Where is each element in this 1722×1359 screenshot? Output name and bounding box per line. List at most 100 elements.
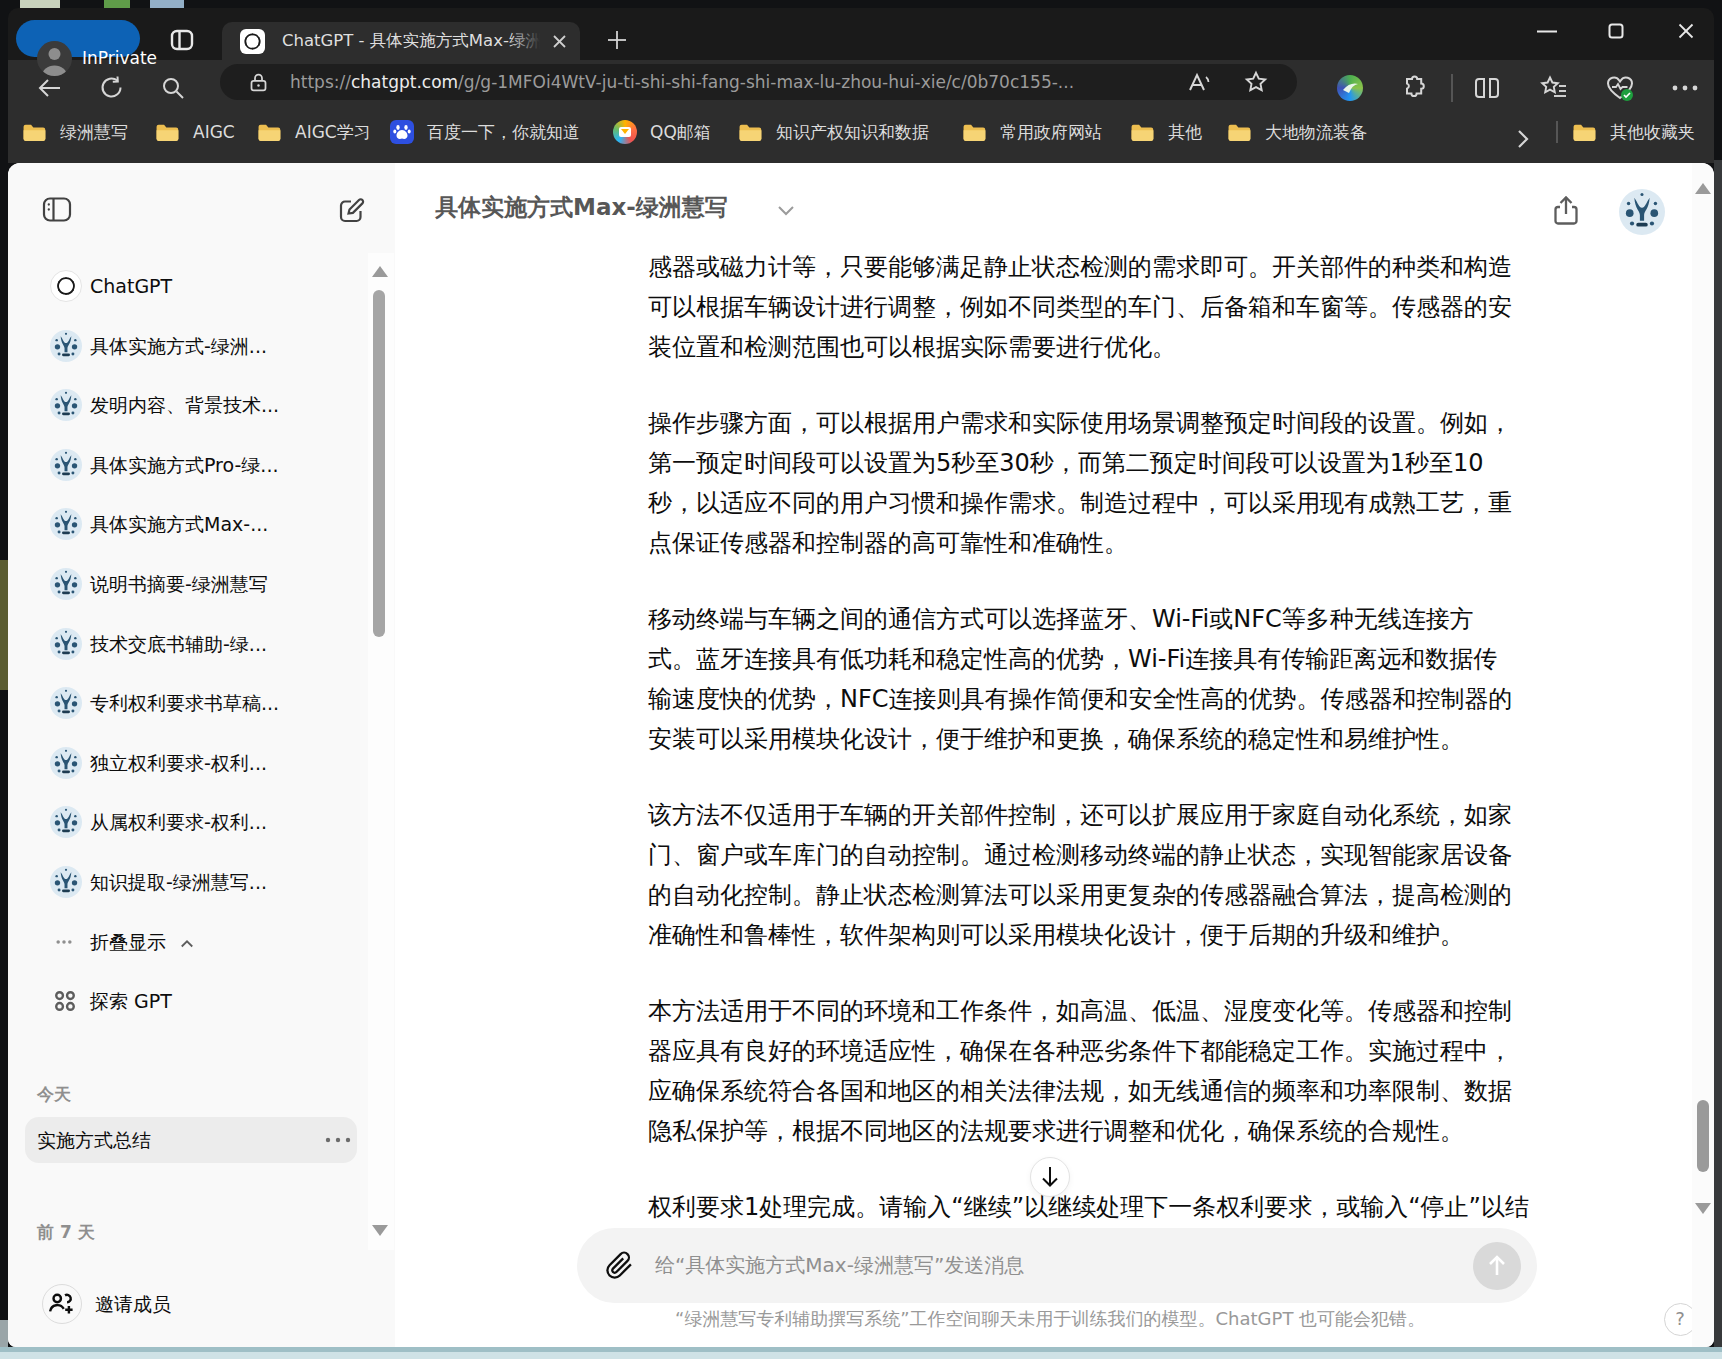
sidebar-item[interactable]: 折叠显示 xyxy=(8,919,395,965)
message-paragraph: 本方法适用于不同的环境和工作条件，如高温、低温、湿度变化等。传感器和控制器应具有… xyxy=(648,991,1548,1151)
bookmark-item[interactable]: AIGC xyxy=(155,106,235,158)
disclaimer-text: “绿洲慧写专利辅助撰写系统”工作空间聊天未用于训练我们的模型。ChatGPT 也… xyxy=(400,1307,1700,1331)
tab-close-icon[interactable] xyxy=(552,34,567,49)
title-chevron-down-icon[interactable] xyxy=(777,205,795,217)
page-scrollbar-thumb[interactable] xyxy=(1697,1100,1709,1172)
browser-tab[interactable]: ChatGPT - 具体实施方式Max-绿洲慧写 xyxy=(222,22,580,60)
sidebar-item[interactable]: ChatGPT xyxy=(8,263,395,309)
bookmark-item[interactable]: 百度一下，你就知道 xyxy=(390,106,580,158)
sidebar-item[interactable]: 从属权利要求-权利... xyxy=(8,799,395,845)
sidebar-scrollbar-thumb[interactable] xyxy=(373,290,385,637)
sidebar-item-label: 从属权利要求-权利... xyxy=(90,799,267,845)
bookmark-item[interactable]: 绿洲慧写 xyxy=(22,106,128,158)
sidebar-scroll-up-icon[interactable] xyxy=(372,266,388,277)
sidebar-item[interactable]: 专利权利要求书草稿... xyxy=(8,680,395,726)
gpt-avatar[interactable] xyxy=(1619,189,1665,235)
sidebar-item-label: 具体实施方式Max-... xyxy=(90,501,268,547)
back-icon[interactable] xyxy=(37,75,63,101)
folder-icon xyxy=(1130,122,1155,143)
sidebar-item-label: 专利权利要求书草稿... xyxy=(90,680,279,726)
scroll-to-bottom-button[interactable] xyxy=(1030,1157,1070,1197)
chat-history-item[interactable]: 实施方式总结 xyxy=(25,1117,357,1163)
sidebar-toggle-icon[interactable] xyxy=(42,196,72,223)
bookmark-item[interactable]: 知识产权知识和数据 xyxy=(738,106,929,158)
chatgpt-favicon xyxy=(240,29,265,54)
split-screen-icon[interactable] xyxy=(1474,76,1500,100)
chat-options-icon[interactable] xyxy=(325,1137,351,1143)
extensions-icon[interactable] xyxy=(1402,75,1428,101)
screen: InPrivate ChatGPT - 具体实施方式Max-绿洲慧写 xyxy=(0,0,1722,1359)
tab-actions-icon[interactable] xyxy=(170,28,194,52)
new-tab-button[interactable] xyxy=(606,29,628,51)
page-scroll-up-icon[interactable] xyxy=(1695,183,1711,194)
invite-members-icon xyxy=(43,1285,80,1322)
bookmark-item[interactable]: AIGC学习 xyxy=(257,106,371,158)
message-paragraph: 感器或磁力计等，只要能够满足静止状态检测的需求即可。开关部件的种类和构造可以根据… xyxy=(648,247,1548,367)
attach-icon[interactable] xyxy=(605,1251,634,1280)
search-icon[interactable] xyxy=(161,76,185,100)
sidebar-item[interactable]: 说明书摘要-绿洲慧写 xyxy=(8,561,395,607)
new-chat-icon[interactable] xyxy=(338,197,365,224)
bookmark-item[interactable]: QQ邮箱 xyxy=(613,106,711,158)
lock-icon[interactable] xyxy=(248,72,269,93)
share-icon[interactable] xyxy=(1552,195,1580,227)
read-aloud-icon[interactable] xyxy=(1186,71,1212,95)
profile-avatar[interactable] xyxy=(37,41,72,76)
message-paragraph: 该方法不仅适用于车辆的开关部件控制，还可以扩展应用于家庭自动化系统，如家门、窗户… xyxy=(648,795,1548,955)
settings-menu-icon[interactable] xyxy=(1672,85,1698,91)
sidebar-item[interactable]: 技术交底书辅助-绿... xyxy=(8,621,395,667)
invite-members-label: 邀请成员 xyxy=(95,1281,171,1327)
sidebar-item-label: 探索 GPT xyxy=(90,978,172,1024)
gpt-avatar-icon xyxy=(50,687,82,719)
bookmark-other-folder[interactable]: 其他收藏夹 xyxy=(1572,106,1695,158)
gpt-title[interactable]: 具体实施方式Max-绿洲慧写 xyxy=(435,190,728,224)
browser-essentials-icon[interactable] xyxy=(1605,74,1635,102)
invite-members-button[interactable] xyxy=(42,1284,82,1324)
folder-icon xyxy=(22,122,47,143)
sidebar-item[interactable]: 发明内容、背景技术... xyxy=(8,382,395,428)
inprivate-label: InPrivate xyxy=(82,40,157,77)
message-paragraph: 权利要求1处理完成。请输入“继续”以继续处理下一条权利要求，或输入“停止”以结 xyxy=(648,1187,1548,1227)
gpt-avatar-icon xyxy=(50,568,82,600)
bookmark-item[interactable]: 大地物流装备 xyxy=(1227,106,1367,158)
refresh-icon[interactable] xyxy=(99,75,124,100)
page-scroll-down-icon[interactable] xyxy=(1695,1203,1711,1214)
baidu-icon xyxy=(390,120,414,144)
close-button[interactable] xyxy=(1678,23,1694,39)
inprivate-badge[interactable]: InPrivate xyxy=(16,20,140,57)
essentials-check-badge xyxy=(1621,89,1633,101)
sidebar-item-label: 发明内容、背景技术... xyxy=(90,382,279,428)
bookmark-label: QQ邮箱 xyxy=(650,121,711,144)
address-bar[interactable]: https://chatgpt.com/g/g-1MFOi4WtV-ju-ti-… xyxy=(220,64,1297,100)
sidebar-item[interactable]: 探索 GPT xyxy=(8,978,395,1024)
sidebar-item[interactable]: 知识提取-绿洲慧写... xyxy=(8,859,395,905)
folder-icon xyxy=(962,122,987,143)
sidebar-item-label: ChatGPT xyxy=(90,263,172,309)
explore-gpts-icon xyxy=(52,988,84,1020)
tab-title-fade xyxy=(510,24,540,58)
sidebar-item[interactable]: 独立权利要求-权利... xyxy=(8,740,395,786)
sidebar-scroll-down-icon[interactable] xyxy=(372,1225,388,1236)
bookmark-item[interactable]: 其他 xyxy=(1130,106,1202,158)
message-input[interactable]: 给“具体实施方式Max-绿洲慧写”发送消息 xyxy=(577,1228,1537,1303)
section-label-previous: 前 7 天 xyxy=(37,1221,95,1243)
favorites-icon[interactable] xyxy=(1540,75,1568,101)
bookmark-item[interactable]: 常用政府网站 xyxy=(962,106,1102,158)
minimize-button[interactable] xyxy=(1537,30,1557,33)
toolbar-separator xyxy=(1451,74,1453,102)
message-paragraph: 移动终端与车辆之间的通信方式可以选择蓝牙、Wi-Fi或NFC等多种无线连接方式。… xyxy=(648,599,1548,759)
favorite-star-icon[interactable] xyxy=(1244,70,1268,94)
maximize-button[interactable] xyxy=(1608,23,1624,39)
sidebar-item[interactable]: 具体实施方式Pro-绿... xyxy=(8,442,395,488)
idm-extension-icon[interactable] xyxy=(1337,75,1363,101)
chatgpt-page: ChatGPT 具体实施方式-绿洲... 发明内容、背景技术... 具体实施方式Pro… xyxy=(8,163,1714,1347)
bookmarks-overflow-chevron[interactable] xyxy=(1516,128,1530,150)
sidebar-item[interactable]: 具体实施方式Max-... xyxy=(8,501,395,547)
sidebar-item[interactable]: 具体实施方式-绿洲... xyxy=(8,323,395,369)
gpt-avatar-icon xyxy=(50,806,82,838)
url-text[interactable]: https://chatgpt.com/g/g-1MFOi4WtV-ju-ti-… xyxy=(290,64,1074,100)
send-button[interactable] xyxy=(1473,1242,1521,1290)
folder-icon xyxy=(1227,122,1252,143)
chatgpt-logo-icon xyxy=(50,270,82,302)
qqmail-icon xyxy=(613,120,637,144)
